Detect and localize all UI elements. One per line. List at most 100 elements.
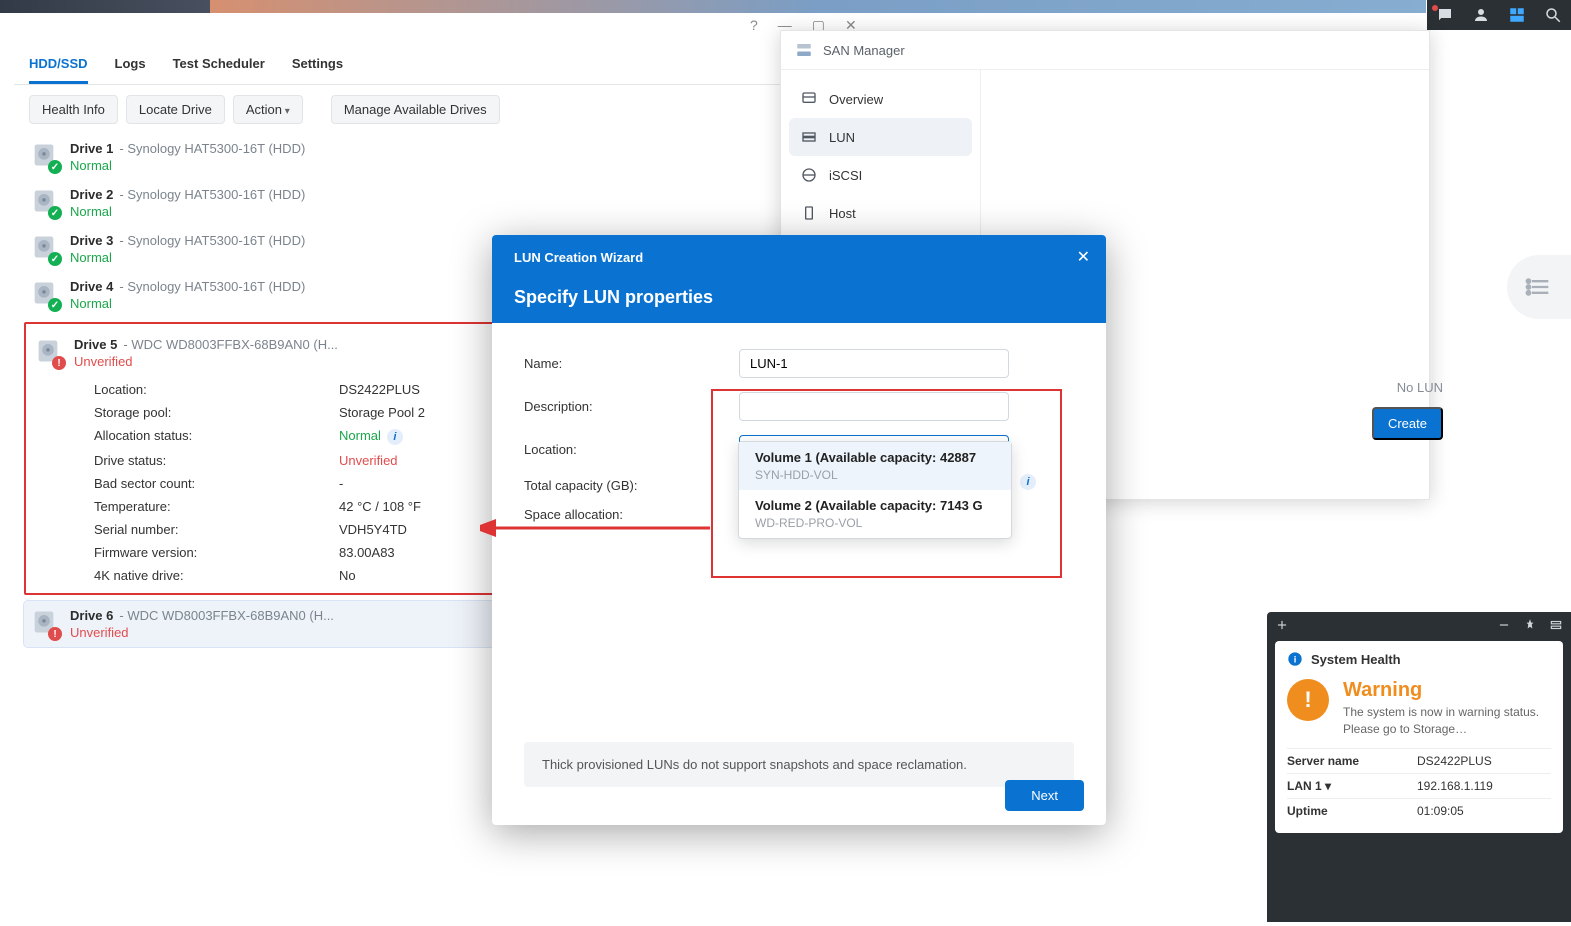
user-icon[interactable] <box>1463 0 1499 30</box>
drive-icon: ! <box>30 608 70 639</box>
wizard-header: LUN Creation Wizard Specify LUN properti… <box>492 235 1106 323</box>
minimize-widgets-icon[interactable] <box>1497 618 1511 635</box>
svg-text:i: i <box>1294 654 1297 664</box>
locate-drive-button[interactable]: Locate Drive <box>126 95 225 124</box>
drive-name: Drive 1 <box>70 141 113 156</box>
tab-logs[interactable]: Logs <box>115 56 146 84</box>
warning-title: Warning <box>1343 679 1551 702</box>
tab-hdd-ssd[interactable]: HDD/SSD <box>29 56 88 84</box>
kv-key: Uptime <box>1287 804 1417 818</box>
detail-label: 4K native drive: <box>94 568 339 583</box>
drive-model: - Synology HAT5300-16T (HDD) <box>119 279 305 294</box>
detail-label: Firmware version: <box>94 545 339 560</box>
san-nav-label: LUN <box>829 130 855 145</box>
add-widget-icon[interactable] <box>1275 618 1289 635</box>
description-input[interactable] <box>739 392 1009 421</box>
wizard-subtitle: Specify LUN properties <box>514 287 1084 308</box>
status-ok-badge: ✓ <box>48 252 62 266</box>
widget-kv-row: Server nameDS2422PLUS <box>1287 748 1551 773</box>
drive-model: - Synology HAT5300-16T (HDD) <box>119 141 305 156</box>
wizard-body: Name: Description: Location: Volume 1 (A… <box>492 323 1106 813</box>
san-nav-label: Overview <box>829 92 883 107</box>
tab-settings[interactable]: Settings <box>292 56 343 84</box>
create-button[interactable]: Create <box>1372 407 1443 440</box>
notification-dot <box>1432 5 1438 11</box>
allocation-label: Space allocation: <box>524 507 739 522</box>
drive-icon: ✓ <box>30 279 70 310</box>
detail-label: Temperature: <box>94 499 339 514</box>
widget-kv-row: LAN 1 ▾192.168.1.119 <box>1287 773 1551 798</box>
detail-label: Drive status: <box>94 453 339 468</box>
drive-name: Drive 6 <box>70 608 113 623</box>
status-ok-badge: ✓ <box>48 206 62 220</box>
detail-label: Allocation status: <box>94 428 339 445</box>
system-tray <box>1427 0 1571 30</box>
san-title-text: SAN Manager <box>823 43 905 58</box>
drive-model: - WDC WD8003FFBX-68B9AN0 (H... <box>119 608 334 623</box>
search-icon[interactable] <box>1535 0 1571 30</box>
wizard-title: LUN Creation Wizard <box>514 250 1084 265</box>
san-nav-overview[interactable]: Overview <box>789 80 972 118</box>
info-icon[interactable]: i <box>387 429 403 445</box>
system-health-widget: i System Health ! Warning The system is … <box>1275 641 1563 833</box>
drive-name: Drive 4 <box>70 279 113 294</box>
manage-drives-button[interactable]: Manage Available Drives <box>331 95 500 124</box>
san-nav-iscsi[interactable]: iSCSI <box>789 156 972 194</box>
next-button[interactable]: Next <box>1005 780 1084 811</box>
description-label: Description: <box>524 399 739 414</box>
pin-widgets-icon[interactable] <box>1523 618 1537 635</box>
warning-icon: ! <box>1287 679 1329 721</box>
option-title: Volume 2 (Available capacity: 7143 G <box>755 498 995 513</box>
drive-name: Drive 2 <box>70 187 113 202</box>
widgets-header <box>1267 612 1571 641</box>
status-ok-badge: ✓ <box>48 160 62 174</box>
kv-value: 01:09:05 <box>1417 804 1464 818</box>
widget-title: i System Health <box>1287 651 1551 667</box>
option-subtitle: WD-RED-PRO-VOL <box>755 516 995 530</box>
san-titlebar: SAN Manager <box>781 31 1429 70</box>
kv-value: 192.168.1.119 <box>1417 779 1493 793</box>
detail-label: Storage pool: <box>94 405 339 420</box>
drive-model: - WDC WD8003FFBX-68B9AN0 (H... <box>123 337 338 352</box>
info-icon[interactable]: i <box>1014 473 1036 490</box>
warning-text: The system is now in warning status. Ple… <box>1343 704 1551 738</box>
option-subtitle: SYN-HDD-VOL <box>755 468 995 482</box>
kv-key: Server name <box>1287 754 1417 768</box>
drive-icon: ! <box>34 337 74 368</box>
layout-widgets-icon[interactable] <box>1549 618 1563 635</box>
lun-wizard-dialog: LUN Creation Wizard Specify LUN properti… <box>492 235 1106 825</box>
dropdown-option-vol2[interactable]: Volume 2 (Available capacity: 7143 G WD-… <box>739 490 1011 538</box>
dashboard-icon[interactable] <box>1499 0 1535 30</box>
drive-icon: ✓ <box>30 187 70 218</box>
drive-model: - Synology HAT5300-16T (HDD) <box>119 233 305 248</box>
san-nav-label: Host <box>829 206 856 221</box>
widgets-panel: i System Health ! Warning The system is … <box>1267 612 1571 922</box>
dropdown-option-vol1[interactable]: Volume 1 (Available capacity: 42887 SYN-… <box>739 442 1011 490</box>
drive-status: Normal <box>70 158 853 173</box>
name-input[interactable] <box>739 349 1009 378</box>
option-title: Volume 1 (Available capacity: 42887 <box>755 450 995 465</box>
capacity-label: Total capacity (GB): <box>524 478 739 493</box>
top-wallpaper-gradient <box>210 0 1426 13</box>
widget-kv-row: Uptime01:09:05 <box>1287 798 1551 823</box>
drive-status: Normal <box>70 204 853 219</box>
health-info-button[interactable]: Health Info <box>29 95 118 124</box>
chat-icon[interactable] <box>1427 0 1463 30</box>
san-nav-lun[interactable]: LUN <box>789 118 972 156</box>
kv-key: LAN 1 ▾ <box>1287 779 1417 793</box>
wizard-close-icon[interactable]: ✕ <box>1077 247 1090 267</box>
san-nav-host[interactable]: Host <box>789 194 972 232</box>
help-icon[interactable]: ? <box>750 17 758 34</box>
san-empty-text: No LUN <box>1397 380 1443 395</box>
detail-label: Location: <box>94 382 339 397</box>
location-dropdown: Volume 1 (Available capacity: 42887 SYN-… <box>738 441 1012 539</box>
side-feed-fab[interactable] <box>1507 255 1571 319</box>
status-error-badge: ! <box>48 627 62 641</box>
detail-label: Serial number: <box>94 522 339 537</box>
san-nav-label: iSCSI <box>829 168 862 183</box>
tab-test-scheduler[interactable]: Test Scheduler <box>173 56 265 84</box>
drive-icon: ✓ <box>30 141 70 172</box>
san-app-icon <box>795 41 813 59</box>
action-button[interactable]: Action <box>233 95 303 124</box>
name-label: Name: <box>524 356 739 371</box>
